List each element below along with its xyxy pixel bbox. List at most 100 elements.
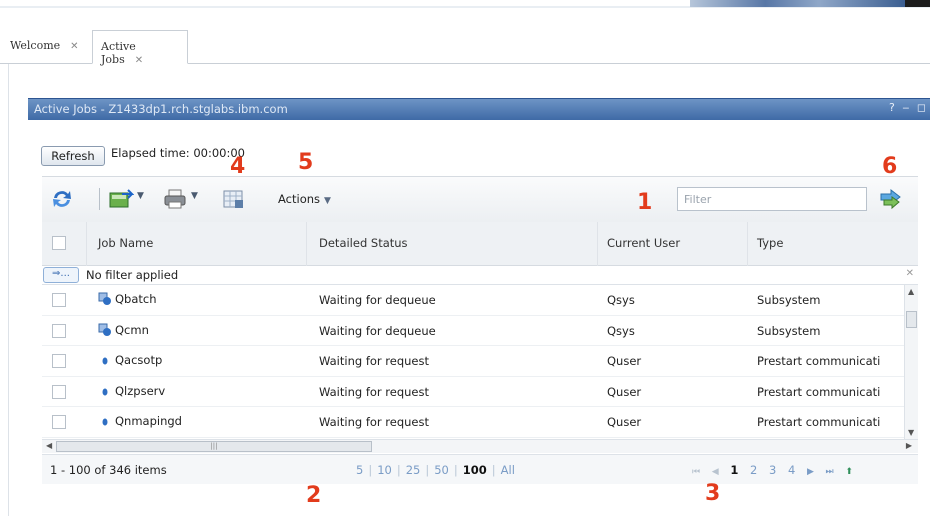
separator: |	[453, 463, 458, 477]
page-size-100[interactable]: 100	[463, 463, 487, 477]
export-icon[interactable]	[108, 188, 135, 213]
next-page-icon[interactable]: ▶	[807, 467, 814, 477]
refresh-icon[interactable]	[50, 188, 74, 213]
row-checkbox[interactable]	[52, 293, 66, 307]
jobs-table-body: Qbatch Waiting for dequeue Qsys Subsyste…	[42, 285, 904, 439]
col-header-detailed-status[interactable]: Detailed Status	[319, 236, 408, 250]
items-count: 1 - 100 of 346 items	[50, 463, 167, 477]
table-row[interactable]: Qlzpserv Waiting for request Quser Prest…	[42, 377, 904, 407]
job-type: Prestart communicati	[757, 354, 881, 368]
page-size-25[interactable]: 25	[406, 463, 421, 477]
table-config-icon[interactable]	[222, 188, 246, 213]
page-size-50[interactable]: 50	[434, 463, 449, 477]
last-page-icon[interactable]: ⏭	[826, 467, 834, 477]
separator: |	[396, 463, 401, 477]
separator: |	[425, 463, 430, 477]
page-2[interactable]: 2	[750, 463, 757, 477]
filter-options-button[interactable]: ⇒...	[43, 267, 79, 283]
page-1[interactable]: 1	[730, 463, 738, 477]
filter-status-text: No filter applied	[86, 268, 179, 282]
scroll-right-icon[interactable]: ▶	[906, 441, 912, 450]
col-header-current-user[interactable]: Current User	[607, 236, 680, 250]
column-divider	[86, 222, 87, 266]
job-name[interactable]: Qcmn	[115, 323, 149, 337]
banner-dark-edge	[905, 0, 930, 7]
separator: |	[491, 463, 496, 477]
job-type: Subsystem	[757, 323, 821, 338]
horizontal-scroll-thumb[interactable]: |||	[56, 441, 372, 452]
page-4[interactable]: 4	[788, 463, 795, 477]
current-user: Quser	[607, 415, 642, 429]
callout-5: 5	[298, 150, 314, 175]
table-row[interactable]: Qnmapingd Waiting for request Quser Pres…	[42, 407, 904, 438]
actions-menu[interactable]: Actions ▼	[278, 192, 331, 206]
scroll-up-icon[interactable]: ▲	[908, 287, 914, 296]
table-row[interactable]: Qcmn Waiting for dequeue Qsys Subsystem	[42, 316, 904, 346]
column-divider	[306, 222, 307, 266]
filter-apply-icon[interactable]	[878, 187, 904, 214]
row-checkbox[interactable]	[52, 415, 66, 429]
row-checkbox[interactable]	[52, 384, 66, 399]
job-name[interactable]: Qlzpserv	[115, 384, 165, 398]
filter-clear-icon[interactable]: ✕	[906, 268, 914, 279]
job-type: Subsystem	[757, 293, 821, 307]
separator: |	[368, 463, 373, 477]
toolbar-separator	[99, 188, 100, 210]
column-divider	[597, 222, 598, 266]
page-size-selector: 5 | 10 | 25 | 50 | 100 | All	[356, 463, 515, 477]
row-checkbox[interactable]	[52, 323, 66, 338]
job-name[interactable]: Qnmapingd	[115, 414, 182, 428]
pagination: ⏮ ◀ 1 2 3 4 ▶ ⏭ ⬆	[692, 463, 861, 477]
scroll-down-icon[interactable]: ▼	[908, 428, 914, 437]
grid-toolbar: ▼ ▼ Actions ▼	[42, 176, 918, 222]
export-dropdown-icon[interactable]: ▼	[137, 191, 144, 201]
go-top-icon[interactable]: ⬆	[845, 467, 853, 477]
callout-1: 1	[637, 190, 653, 215]
vertical-scrollbar[interactable]: ▲ ▼	[904, 285, 918, 439]
table-row[interactable]: Qacsotp Waiting for request Quser Presta…	[42, 346, 904, 377]
grid-footer: 1 - 100 of 346 items 5 | 10 | 25 | 50 | 100 | All …	[42, 454, 918, 484]
tab-welcome-label: Welcome	[10, 39, 61, 52]
current-user: Qsys	[607, 323, 635, 338]
horizontal-scrollbar[interactable]: ◀ ||| ▶	[42, 439, 918, 453]
tab-active-jobs-close-icon[interactable]: ✕	[135, 55, 143, 66]
page-size-10[interactable]: 10	[377, 463, 392, 477]
table-row[interactable]: Qbatch Waiting for dequeue Qsys Subsyste…	[42, 285, 904, 316]
refresh-button[interactable]: Refresh	[41, 146, 105, 166]
first-page-icon[interactable]: ⏮	[692, 467, 700, 477]
tab-welcome-close-icon[interactable]: ✕	[70, 41, 78, 52]
portlet-window-controls[interactable]: ? ‒ ◻	[889, 101, 928, 114]
scroll-left-icon[interactable]: ◀	[46, 441, 52, 450]
filter-input[interactable]	[677, 187, 867, 211]
elapsed-time: Elapsed time: 00:00:00	[111, 146, 245, 160]
detailed-status: Waiting for dequeue	[319, 293, 436, 307]
top-banner-strip	[0, 0, 930, 8]
job-type: Prestart communicati	[757, 384, 881, 399]
col-header-job-name[interactable]: Job Name	[98, 236, 153, 250]
select-all-checkbox[interactable]	[52, 236, 66, 250]
vertical-scroll-thumb[interactable]	[906, 311, 917, 328]
detailed-status: Waiting for dequeue	[319, 323, 436, 338]
print-dropdown-icon[interactable]: ▼	[191, 191, 198, 201]
tab-active-jobs[interactable]: Active Jobs ✕	[92, 30, 188, 66]
page-size-all[interactable]: All	[501, 463, 515, 477]
prev-page-icon[interactable]: ◀	[712, 467, 719, 477]
job-name[interactable]: Qacsotp	[115, 353, 162, 367]
column-divider	[747, 222, 748, 266]
print-icon[interactable]	[163, 188, 189, 213]
grid-header: Job Name Detailed Status Current User Ty…	[42, 222, 918, 266]
job-icon	[98, 353, 112, 367]
page-3[interactable]: 3	[769, 463, 776, 477]
col-header-type[interactable]: Type	[757, 236, 783, 250]
page-left-border	[8, 64, 9, 516]
actions-label: Actions	[278, 192, 321, 206]
detailed-status: Waiting for request	[319, 415, 430, 429]
row-checkbox[interactable]	[52, 354, 66, 368]
active-jobs-portlet: Active Jobs - Z1433dp1.rch.stglabs.ibm.c…	[28, 98, 930, 516]
tab-welcome[interactable]: Welcome ✕	[2, 30, 87, 64]
portlet-title: Active Jobs - Z1433dp1.rch.stglabs.ibm.c…	[34, 102, 288, 116]
job-name[interactable]: Qbatch	[115, 292, 157, 306]
page-size-5[interactable]: 5	[356, 463, 363, 477]
subsystem-icon	[98, 323, 112, 337]
detailed-status: Waiting for request	[319, 354, 430, 368]
